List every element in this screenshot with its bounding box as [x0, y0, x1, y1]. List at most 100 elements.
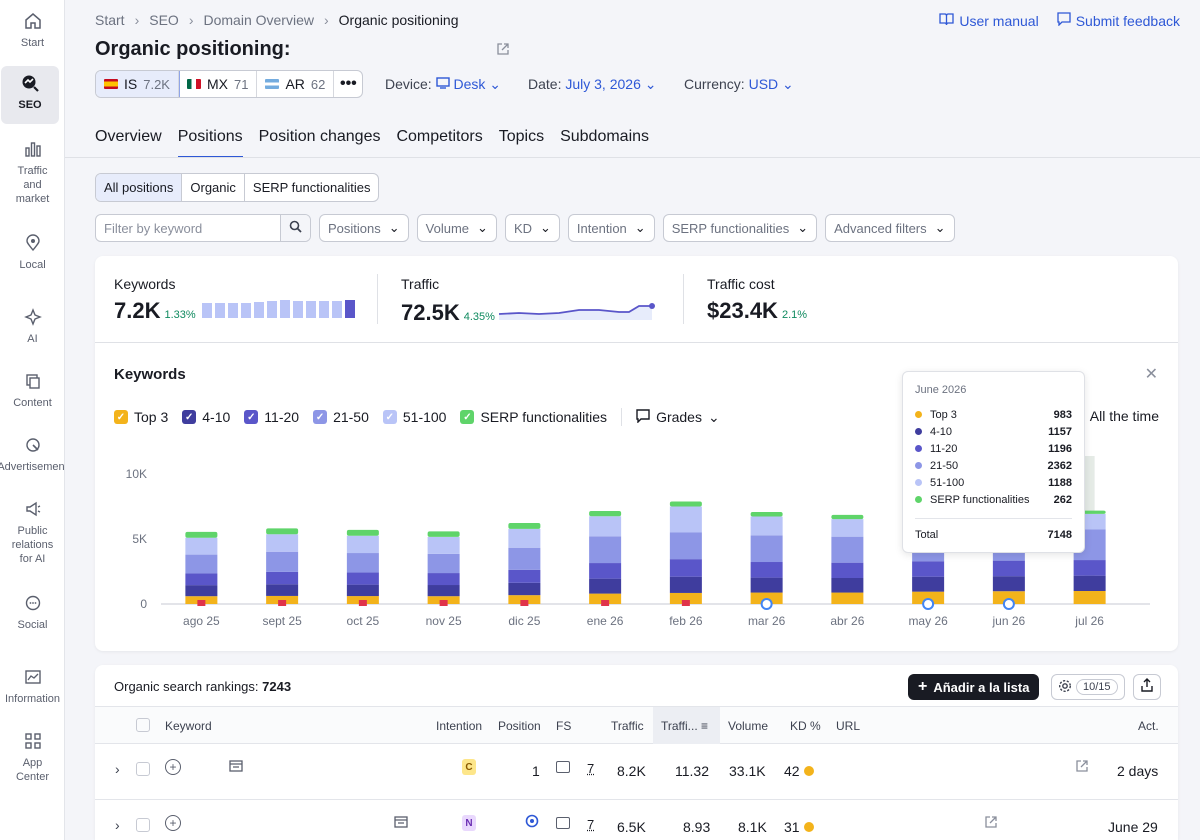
database-is[interactable]: IS 7.2K [96, 71, 179, 97]
external-link-icon[interactable] [984, 815, 998, 832]
breadcrumb-separator: › [324, 12, 329, 28]
serp-functionalities-filter[interactable]: SERP functionalities ⌄ [663, 214, 817, 242]
page-title: Organic positioning: [95, 38, 291, 61]
time-range-selector[interactable]: All the time [1090, 408, 1159, 424]
x-tick-label: jun 26 [992, 614, 1026, 628]
database-mx[interactable]: MX 71 [179, 71, 257, 97]
col-fs[interactable]: FS [556, 719, 571, 733]
col-volume[interactable]: Volume [728, 719, 768, 733]
row-checkbox[interactable] [136, 818, 150, 832]
select-all-checkbox[interactable] [136, 718, 150, 732]
user-manual-link[interactable]: User manual [939, 12, 1038, 29]
currency-selector[interactable]: Currency: USD ⌄ [684, 76, 794, 93]
serp-preview-icon[interactable] [229, 759, 243, 776]
positions-filter[interactable]: Positions ⌄ [319, 214, 409, 242]
intention-filter[interactable]: Intention ⌄ [568, 214, 655, 242]
checkbox-checked-icon: ✓ [114, 410, 128, 424]
bar-segment [347, 530, 379, 536]
sidebar-item-ai[interactable]: AI [0, 306, 65, 346]
add-keyword-icon[interactable]: + [165, 815, 181, 831]
sidebar-item-social[interactable]: Social [0, 592, 65, 632]
sidebar-item-local[interactable]: Local [0, 232, 65, 272]
submit-feedback-link[interactable]: Submit feedback [1057, 12, 1180, 29]
database-ar[interactable]: AR 62 [257, 71, 334, 97]
segment-serp-functionalities[interactable]: SERP functionalities [245, 174, 379, 201]
table-row[interactable]: › + C 1 7 8.2K 11.32 33.1K 42 2 days [95, 744, 1178, 800]
checkbox-checked-icon: ✓ [244, 410, 258, 424]
volume-filter[interactable]: Volume ⌄ [417, 214, 497, 242]
tab-subdomains[interactable]: Subdomains [560, 128, 649, 158]
sidebar-item-traffic[interactable]: Traffic and market [0, 138, 65, 206]
col-kd[interactable]: KD % [790, 719, 821, 733]
serp-preview-icon[interactable] [394, 815, 408, 832]
col-position[interactable]: Position [498, 719, 541, 733]
tab-positions[interactable]: Positions [178, 128, 243, 158]
sidebar-item-content[interactable]: Content [0, 370, 65, 410]
col-updated[interactable]: Act. [1138, 719, 1159, 733]
col-url[interactable]: URL [836, 719, 860, 733]
grades-dropdown[interactable]: Grades ⌄ [636, 409, 720, 426]
sidebar-item-seo[interactable]: SEO [1, 66, 59, 124]
expand-row-icon[interactable]: › [115, 761, 120, 777]
position-value: 1 [532, 763, 540, 779]
tab-topics[interactable]: Topics [499, 128, 544, 158]
table-row[interactable]: › + N 7 6.5K 8.93 8.1K 31 June 29 [95, 800, 1178, 840]
legend-21-50[interactable]: ✓ 21-50 [313, 409, 369, 425]
breadcrumb-seo[interactable]: SEO [149, 12, 179, 28]
segment-all-positions[interactable]: All positions [96, 174, 182, 201]
bar-segment [185, 573, 217, 585]
legend-serp-functionalities[interactable]: ✓ SERP functionalities [460, 409, 607, 425]
sidebar-item-app-center[interactable]: App Center [0, 730, 65, 784]
y-tick-label: 0 [140, 597, 147, 611]
breadcrumb-domain-overview[interactable]: Domain Overview [204, 12, 314, 28]
gear-icon [1058, 679, 1072, 696]
legend-51-100[interactable]: ✓ 51-100 [383, 409, 447, 425]
kd-filter[interactable]: KD ⌄ [505, 214, 560, 242]
sidebar-item-public-relations[interactable]: Public relations for AI [0, 498, 65, 566]
search-button[interactable] [280, 215, 310, 241]
more-databases-button[interactable]: ••• [334, 71, 362, 97]
chevron-down-icon: ⌄ [489, 76, 501, 92]
advanced-filters[interactable]: Advanced filters ⌄ [825, 214, 954, 242]
bar-segment [831, 578, 863, 593]
keyword-filter-input[interactable]: Filter by keyword [96, 215, 280, 241]
bar-segment [428, 573, 460, 585]
col-traffic[interactable]: Traffic [611, 719, 644, 733]
col-keyword[interactable]: Keyword [165, 719, 212, 733]
add-keyword-icon[interactable]: + [165, 759, 181, 775]
bar-segment [831, 515, 863, 519]
tab-competitors[interactable]: Competitors [396, 128, 482, 158]
sidebar-item-start[interactable]: Start [0, 10, 65, 50]
sort-icon: ≡ [701, 719, 708, 733]
date-selector[interactable]: Date: July 3, 2026 ⌄ [528, 76, 656, 93]
serp-feature-count[interactable]: 7 [587, 817, 594, 832]
sidebar-item-information[interactable]: Information [0, 666, 65, 706]
ai-sparkle-icon [22, 306, 44, 328]
traffic-cost-metric[interactable]: Traffic cost $23.4K 2.1% [707, 276, 807, 324]
external-link-icon[interactable] [1075, 759, 1089, 776]
export-button[interactable] [1133, 674, 1161, 700]
col-intention[interactable]: Intention [436, 719, 482, 733]
breadcrumb-start[interactable]: Start [95, 12, 125, 28]
expand-row-icon[interactable]: › [115, 817, 120, 833]
segment-organic[interactable]: Organic [182, 174, 245, 201]
argentina-flag-icon [265, 79, 279, 89]
tab-position-changes[interactable]: Position changes [259, 128, 381, 158]
row-checkbox[interactable] [136, 762, 150, 776]
legend-11-20[interactable]: ✓ 11-20 [244, 409, 299, 425]
tab-overview[interactable]: Overview [95, 128, 162, 158]
legend-top-3[interactable]: ✓ Top 3 [114, 409, 168, 425]
keywords-metric[interactable]: Keywords 7.2K 1.33% [114, 276, 356, 324]
serp-feature-count[interactable]: 7 [587, 761, 594, 776]
device-selector[interactable]: Device: Desk ⌄ [385, 76, 501, 93]
intent-badge: N [462, 815, 476, 831]
close-icon[interactable]: ✕ [1145, 364, 1158, 384]
legend-4-10[interactable]: ✓ 4-10 [182, 409, 230, 425]
bar-segment [1074, 560, 1106, 576]
col-traffic-pct[interactable]: Traffi... ≡ [661, 719, 708, 733]
traffic-metric[interactable]: Traffic 72.5K 4.35% [401, 276, 655, 326]
columns-settings-button[interactable]: 10/15 [1051, 674, 1125, 700]
sidebar-item-advertisement[interactable]: Advertisement [0, 434, 65, 474]
external-link-icon[interactable] [496, 42, 510, 61]
add-to-list-button[interactable]: + Añadir a la lista [908, 674, 1039, 700]
